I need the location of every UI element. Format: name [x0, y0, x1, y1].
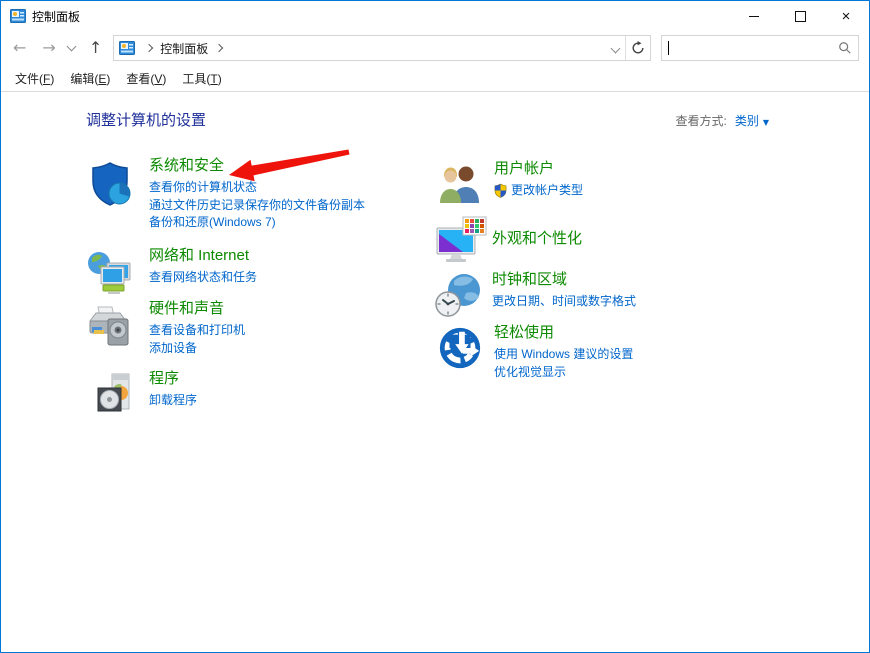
recent-pages-chevron-icon[interactable]	[66, 42, 76, 52]
link-devices-printers[interactable]: 查看设备和打印机	[149, 322, 245, 340]
view-by-label: 查看方式:	[675, 114, 726, 128]
search-icon	[838, 41, 852, 55]
address-bar[interactable]: 控制面板	[113, 35, 651, 61]
breadcrumb-item-control-panel[interactable]: 控制面板	[158, 40, 210, 57]
maximize-button[interactable]	[777, 1, 823, 31]
link-security-status[interactable]: 查看你的计算机状态	[149, 179, 365, 197]
software-box-cd-icon[interactable]	[96, 371, 138, 420]
refresh-button[interactable]	[625, 36, 650, 60]
chevron-down-icon[interactable]: ▼	[763, 118, 769, 127]
content-area: 调整计算机的设置 查看方式: 类别 ▼ 系统和安全 查看你的计算机状态 通过文件历史…	[1, 92, 869, 652]
link-uninstall-program[interactable]: 卸载程序	[149, 392, 197, 410]
uac-shield-icon	[494, 183, 507, 198]
category-hardware-sound: 硬件和声音 查看设备和打印机 添加设备	[86, 299, 245, 357]
control-panel-icon	[10, 9, 26, 23]
category-network-internet: 网络和 Internet 查看网络状态和任务	[86, 246, 257, 301]
menu-view[interactable]: 查看(V)	[126, 70, 166, 87]
link-network-status[interactable]: 查看网络状态和任务	[149, 269, 257, 287]
window-title: 控制面板	[32, 8, 80, 25]
titlebar: 控制面板 ×	[1, 1, 869, 31]
breadcrumb-chevron-icon[interactable]	[145, 44, 153, 52]
breadcrumb-chevron-icon[interactable]	[215, 44, 223, 52]
page-title: 调整计算机的设置	[86, 109, 206, 130]
menu-tools[interactable]: 工具(T)	[182, 70, 221, 87]
category-title-programs[interactable]: 程序	[149, 369, 197, 389]
category-title-ease-of-access[interactable]: 轻松使用	[494, 323, 633, 343]
category-title-appearance[interactable]: 外观和个性化	[492, 229, 582, 249]
up-button[interactable]: ↑	[89, 40, 102, 56]
close-button[interactable]: ×	[823, 1, 869, 31]
two-users-icon[interactable]	[437, 161, 483, 212]
link-backup-restore[interactable]: 备份和还原(Windows 7)	[149, 214, 365, 232]
minimize-icon	[749, 16, 759, 17]
menu-bar: 文件(F) 编辑(E) 查看(V) 工具(T)	[1, 65, 869, 92]
close-icon: ×	[842, 8, 851, 25]
navigation-bar: ← → ↑ 控制面板	[1, 31, 869, 65]
link-change-account-type[interactable]: 更改帐户类型	[494, 182, 583, 200]
category-ease-of-access: 轻松使用 使用 Windows 建议的设置 优化视觉显示	[437, 323, 633, 381]
search-input[interactable]	[670, 40, 838, 56]
back-button[interactable]: ←	[13, 40, 26, 56]
category-title-clock-region[interactable]: 时钟和区域	[492, 270, 636, 290]
link-file-history[interactable]: 通过文件历史记录保存你的文件备份副本	[149, 197, 365, 215]
link-add-device[interactable]: 添加设备	[149, 340, 245, 358]
globe-monitors-icon[interactable]	[86, 250, 134, 301]
menu-edit[interactable]: 编辑(E)	[70, 70, 110, 87]
ease-of-access-icon[interactable]	[437, 325, 483, 376]
view-by-control: 查看方式: 类别 ▼	[675, 112, 769, 129]
category-appearance-personalization: 外观和个性化	[435, 216, 582, 271]
shield-pie-icon[interactable]	[86, 160, 134, 213]
control-panel-window: 控制面板 × ← → ↑ 控制面板	[0, 0, 870, 653]
category-title-user-accounts[interactable]: 用户帐户	[494, 159, 583, 179]
category-title-hardware-sound[interactable]: 硬件和声音	[149, 299, 245, 319]
globe-clock-icon[interactable]	[435, 272, 481, 323]
window-controls: ×	[731, 1, 869, 31]
minimize-button[interactable]	[731, 1, 777, 31]
view-by-dropdown[interactable]: 类别	[735, 114, 759, 128]
category-programs: 程序 卸载程序	[86, 369, 197, 420]
category-system-security: 系统和安全 查看你的计算机状态 通过文件历史记录保存你的文件备份副本 备份和还原…	[86, 156, 365, 232]
category-user-accounts: 用户帐户 更改帐户类型	[437, 159, 583, 212]
link-change-date-time[interactable]: 更改日期、时间或数字格式	[492, 293, 636, 311]
refresh-icon	[631, 41, 645, 55]
printer-speaker-icon[interactable]	[86, 303, 134, 356]
chevron-down-icon	[610, 43, 620, 53]
menu-file[interactable]: 文件(F)	[15, 70, 54, 87]
maximize-icon	[795, 11, 806, 22]
category-clock-region: 时钟和区域 更改日期、时间或数字格式	[435, 270, 636, 323]
link-optimize-visual-display[interactable]: 优化视觉显示	[494, 364, 633, 382]
address-dropdown-button[interactable]	[605, 36, 625, 60]
link-suggested-settings[interactable]: 使用 Windows 建议的设置	[494, 346, 633, 364]
search-box[interactable]	[661, 35, 859, 61]
monitor-palette-icon[interactable]	[435, 216, 487, 271]
text-caret	[668, 41, 669, 55]
category-title-system-security[interactable]: 系统和安全	[149, 156, 365, 176]
forward-button[interactable]: →	[42, 40, 55, 56]
category-title-network-internet[interactable]: 网络和 Internet	[149, 246, 257, 266]
control-panel-icon	[119, 41, 135, 55]
